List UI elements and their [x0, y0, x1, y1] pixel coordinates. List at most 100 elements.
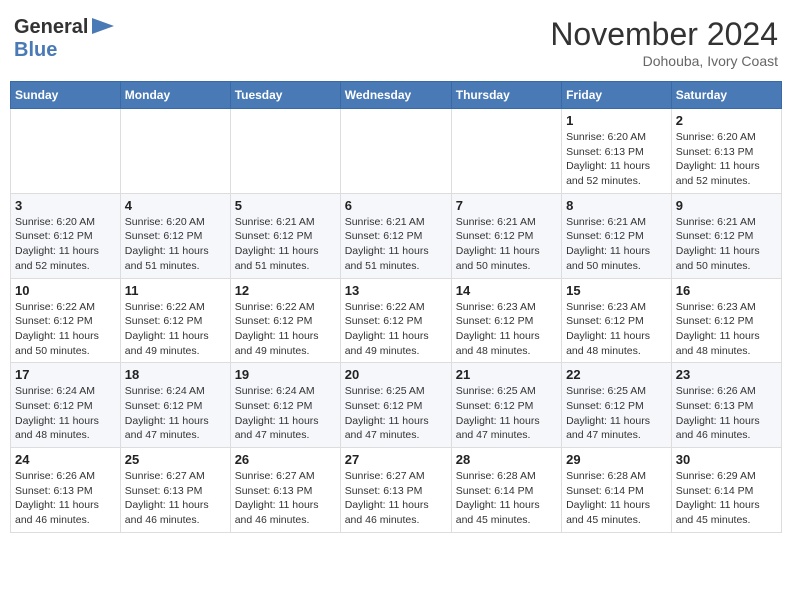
day-cell-9: 9 Sunrise: 6:21 AMSunset: 6:12 PMDaylight… [671, 193, 781, 278]
day-cell-16: 16 Sunrise: 6:23 AMSunset: 6:12 PMDayligh… [671, 278, 781, 363]
day-info: Sunrise: 6:24 AMSunset: 6:12 PMDaylight:… [125, 384, 226, 443]
calendar-table: SundayMondayTuesdayWednesdayThursdayFrid… [10, 81, 782, 533]
day-cell-8: 8Sunrise: 6:21 AMSunset: 6:12 PMDaylight… [562, 193, 672, 278]
day-info: Sunrise: 6:21 AMSunset: 6:12 PMDaylight:… [235, 215, 336, 274]
day-cell-21: 21Sunrise: 6:25 AMSunset: 6:12 PMDayligh… [451, 363, 561, 448]
day-number: 29 [566, 452, 667, 467]
day-number: 9 [676, 198, 777, 213]
day-cell-18: 18 Sunrise: 6:24 AMSunset: 6:12 PMDayligh… [120, 363, 230, 448]
weekday-tuesday: Tuesday [230, 82, 340, 109]
day-number: 11 [125, 283, 226, 298]
day-info: Sunrise: 6:21 AMSunset: 6:12 PMDaylight:… [456, 215, 557, 274]
day-number: 28 [456, 452, 557, 467]
day-number: 21 [456, 367, 557, 382]
day-cell-11: 11 Sunrise: 6:22 AMSunset: 6:12 PMDayligh… [120, 278, 230, 363]
day-info: Sunrise: 6:22 AMSunset: 6:12 PMDaylight:… [345, 300, 447, 359]
day-number: 8 [566, 198, 667, 213]
day-info: Sunrise: 6:24 AMSunset: 6:12 PMDaylight:… [15, 384, 116, 443]
day-number: 10 [15, 283, 116, 298]
logo-blue-text: Blue [14, 39, 57, 61]
day-number: 30 [676, 452, 777, 467]
day-info: Sunrise: 6:25 AMSunset: 6:12 PMDaylight:… [566, 384, 667, 443]
empty-cell [451, 109, 561, 194]
day-number: 14 [456, 283, 557, 298]
day-cell-4: 4 Sunrise: 6:20 AMSunset: 6:12 PMDaylight… [120, 193, 230, 278]
day-cell-14: 14Sunrise: 6:23 AMSunset: 6:12 PMDayligh… [451, 278, 561, 363]
day-info: Sunrise: 6:20 AMSunset: 6:13 PMDaylight:… [566, 130, 667, 189]
day-number: 12 [235, 283, 336, 298]
day-info: Sunrise: 6:27 AMSunset: 6:13 PMDaylight:… [345, 469, 447, 528]
day-info: Sunrise: 6:21 AMSunset: 6:12 PMDaylight:… [345, 215, 447, 274]
day-info: Sunrise: 6:29 AMSunset: 6:14 PMDaylight:… [676, 469, 777, 528]
day-cell-7: 7Sunrise: 6:21 AMSunset: 6:12 PMDaylight… [451, 193, 561, 278]
day-info: Sunrise: 6:26 AMSunset: 6:13 PMDaylight:… [15, 469, 116, 528]
location: Dohouba, Ivory Coast [550, 53, 778, 69]
week-row-5: 24Sunrise: 6:26 AMSunset: 6:13 PMDayligh… [11, 448, 782, 533]
month-title: November 2024 [550, 16, 778, 53]
day-cell-28: 28 Sunrise: 6:28 AMSunset: 6:14 PMDayligh… [451, 448, 561, 533]
weekday-header-row: SundayMondayTuesdayWednesdayThursdayFrid… [11, 82, 782, 109]
day-cell-2: 2 Sunrise: 6:20 AMSunset: 6:13 PMDaylight… [671, 109, 781, 194]
day-number: 5 [235, 198, 336, 213]
empty-cell [230, 109, 340, 194]
day-number: 20 [345, 367, 447, 382]
day-info: Sunrise: 6:21 AMSunset: 6:12 PMDaylight:… [676, 215, 777, 274]
day-cell-29: 29 Sunrise: 6:28 AMSunset: 6:14 PMDayligh… [562, 448, 672, 533]
day-number: 27 [345, 452, 447, 467]
day-cell-12: 12 Sunrise: 6:22 AMSunset: 6:12 PMDayligh… [230, 278, 340, 363]
day-cell-6: 6 Sunrise: 6:21 AMSunset: 6:12 PMDaylight… [340, 193, 451, 278]
empty-cell [120, 109, 230, 194]
day-number: 16 [676, 283, 777, 298]
day-cell-24: 24Sunrise: 6:26 AMSunset: 6:13 PMDayligh… [11, 448, 121, 533]
day-cell-10: 10 Sunrise: 6:22 AMSunset: 6:12 PMDayligh… [11, 278, 121, 363]
weekday-wednesday: Wednesday [340, 82, 451, 109]
day-number: 1 [566, 113, 667, 128]
day-number: 4 [125, 198, 226, 213]
logo-general-text: General [14, 16, 88, 39]
day-number: 17 [15, 367, 116, 382]
day-number: 25 [125, 452, 226, 467]
day-cell-27: 27 Sunrise: 6:27 AMSunset: 6:13 PMDayligh… [340, 448, 451, 533]
day-info: Sunrise: 6:28 AMSunset: 6:14 PMDaylight:… [456, 469, 557, 528]
day-cell-19: 19Sunrise: 6:24 AMSunset: 6:12 PMDayligh… [230, 363, 340, 448]
week-row-1: 1 Sunrise: 6:20 AMSunset: 6:13 PMDaylight… [11, 109, 782, 194]
day-cell-25: 25 Sunrise: 6:27 AMSunset: 6:13 PMDayligh… [120, 448, 230, 533]
day-number: 2 [676, 113, 777, 128]
day-cell-13: 13 Sunrise: 6:22 AMSunset: 6:12 PMDayligh… [340, 278, 451, 363]
day-number: 18 [125, 367, 226, 382]
day-info: Sunrise: 6:27 AMSunset: 6:13 PMDaylight:… [235, 469, 336, 528]
logo-flag-icon [92, 18, 114, 34]
day-info: Sunrise: 6:27 AMSunset: 6:13 PMDaylight:… [125, 469, 226, 528]
day-cell-23: 23Sunrise: 6:26 AMSunset: 6:13 PMDayligh… [671, 363, 781, 448]
day-cell-5: 5 Sunrise: 6:21 AMSunset: 6:12 PMDaylight… [230, 193, 340, 278]
weekday-monday: Monday [120, 82, 230, 109]
week-row-3: 10 Sunrise: 6:22 AMSunset: 6:12 PMDayligh… [11, 278, 782, 363]
empty-cell [340, 109, 451, 194]
title-block: November 2024 Dohouba, Ivory Coast [550, 16, 778, 69]
day-info: Sunrise: 6:23 AMSunset: 6:12 PMDaylight:… [676, 300, 777, 359]
day-number: 15 [566, 283, 667, 298]
day-cell-22: 22 Sunrise: 6:25 AMSunset: 6:12 PMDayligh… [562, 363, 672, 448]
day-cell-30: 30 Sunrise: 6:29 AMSunset: 6:14 PMDayligh… [671, 448, 781, 533]
day-info: Sunrise: 6:20 AMSunset: 6:12 PMDaylight:… [125, 215, 226, 274]
day-cell-20: 20Sunrise: 6:25 AMSunset: 6:12 PMDayligh… [340, 363, 451, 448]
weekday-sunday: Sunday [11, 82, 121, 109]
day-info: Sunrise: 6:22 AMSunset: 6:12 PMDaylight:… [125, 300, 226, 359]
day-number: 6 [345, 198, 447, 213]
day-info: Sunrise: 6:20 AMSunset: 6:13 PMDaylight:… [676, 130, 777, 189]
day-info: Sunrise: 6:23 AMSunset: 6:12 PMDaylight:… [566, 300, 667, 359]
day-info: Sunrise: 6:24 AMSunset: 6:12 PMDaylight:… [235, 384, 336, 443]
weekday-saturday: Saturday [671, 82, 781, 109]
day-number: 26 [235, 452, 336, 467]
day-number: 13 [345, 283, 447, 298]
day-info: Sunrise: 6:22 AMSunset: 6:12 PMDaylight:… [235, 300, 336, 359]
day-info: Sunrise: 6:20 AMSunset: 6:12 PMDaylight:… [15, 215, 116, 274]
day-cell-3: 3Sunrise: 6:20 AMSunset: 6:12 PMDaylight… [11, 193, 121, 278]
weekday-friday: Friday [562, 82, 672, 109]
day-cell-1: 1 Sunrise: 6:20 AMSunset: 6:13 PMDaylight… [562, 109, 672, 194]
empty-cell [11, 109, 121, 194]
weekday-thursday: Thursday [451, 82, 561, 109]
day-info: Sunrise: 6:22 AMSunset: 6:12 PMDaylight:… [15, 300, 116, 359]
day-number: 22 [566, 367, 667, 382]
day-info: Sunrise: 6:28 AMSunset: 6:14 PMDaylight:… [566, 469, 667, 528]
